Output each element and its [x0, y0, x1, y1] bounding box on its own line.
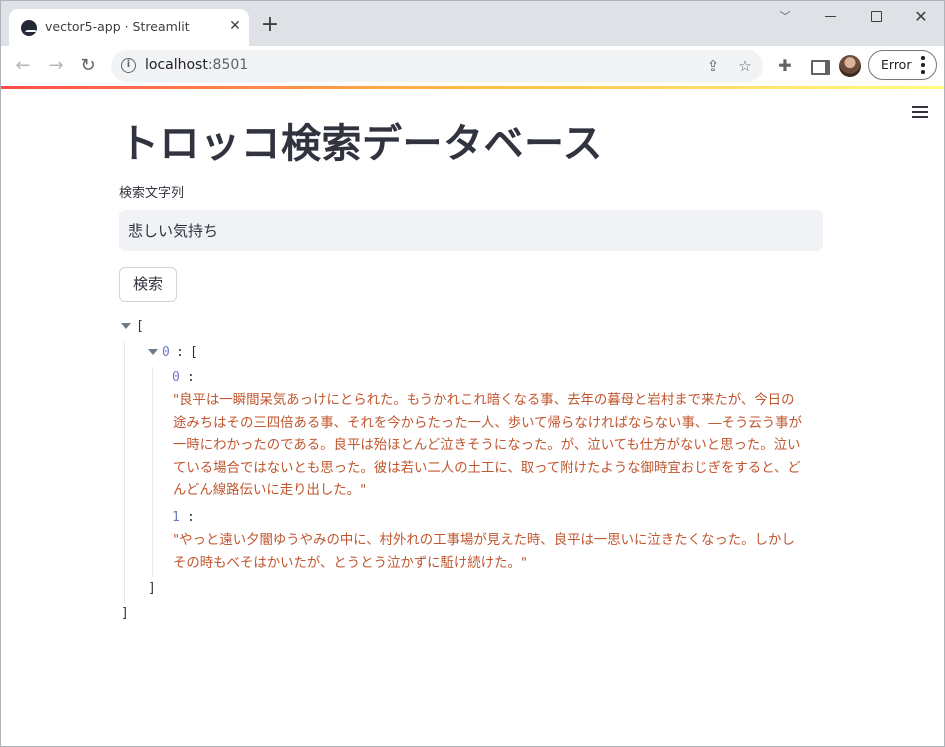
search-button[interactable]: 検索	[119, 267, 177, 302]
reload-icon[interactable]: ↻	[76, 54, 100, 78]
site-info-icon[interactable]: i	[121, 58, 136, 73]
forward-arrow-icon[interactable]: →	[44, 54, 68, 78]
url-text[interactable]: localhost:8501	[145, 57, 248, 73]
search-input[interactable]	[119, 210, 823, 251]
group-open-bracket: [	[190, 345, 198, 360]
browser-menu-kebab-icon[interactable]	[921, 56, 925, 74]
item-0-text: "良平は一瞬間呆気あっけにとられた。もうかれこれ暗くなる事、去年の暮母と岩村まで…	[173, 393, 802, 498]
browser-window: vector5-app · Streamlit ✕ + ﹀ ✕ ← → ↻ i …	[0, 0, 945, 747]
back-arrow-icon[interactable]: ←	[11, 54, 35, 78]
root-close-bracket: ]	[121, 606, 129, 621]
profile-avatar[interactable]	[839, 55, 861, 77]
item-1-key: 1	[172, 510, 180, 525]
item-0-separator: :	[187, 370, 195, 385]
tab-close-icon[interactable]: ✕	[227, 18, 243, 34]
search-input-wrapper	[119, 210, 823, 251]
item-0-key: 0	[172, 370, 180, 385]
tab-search-chevron-icon[interactable]: ﹀	[773, 7, 797, 27]
page-title: トロッコ検索データベース	[119, 121, 603, 167]
bookmark-star-icon[interactable]: ☆	[735, 56, 755, 76]
side-panel-icon[interactable]	[806, 55, 830, 77]
root-open-bracket: [	[136, 319, 144, 334]
item-1-text: "やっと遠い夕闇ゆうやみの中に、村外れの工事場が見えた時、良平は一思いに泣きたく…	[173, 533, 795, 571]
extensions-puzzle-icon[interactable]: ✚	[774, 55, 796, 77]
collapse-root-caret-icon[interactable]	[121, 323, 131, 329]
error-label: Error	[881, 57, 912, 72]
group-indent-guide	[152, 367, 153, 577]
share-icon[interactable]: ⇪	[703, 56, 723, 76]
main-menu-hamburger-icon[interactable]	[912, 106, 928, 118]
url-host: localhost	[145, 57, 208, 73]
search-input-label: 検索文字列	[119, 186, 185, 201]
collapse-group-caret-icon[interactable]	[148, 349, 158, 355]
group-close-bracket: ]	[148, 581, 156, 596]
root-indent-guide	[124, 341, 125, 603]
tab-strip: vector5-app · Streamlit ✕ + ﹀ ✕	[1, 1, 944, 46]
address-bar[interactable]: i localhost:8501 ⇪ ☆	[111, 50, 763, 82]
item-1-separator: :	[187, 510, 195, 525]
browser-toolbar: ← → ↻ i localhost:8501 ⇪ ☆ ✚ Error	[1, 46, 944, 86]
streamlit-favicon-icon	[21, 20, 37, 36]
browser-tab[interactable]: vector5-app · Streamlit ✕	[9, 9, 249, 46]
new-tab-plus-icon[interactable]: +	[259, 14, 281, 36]
tab-title: vector5-app · Streamlit	[45, 19, 190, 34]
profile-error-button[interactable]: Error	[868, 50, 937, 80]
window-close-icon[interactable]: ✕	[909, 7, 933, 27]
window-minimize-icon[interactable]	[819, 7, 843, 27]
group-separator: :	[176, 345, 184, 360]
window-maximize-icon[interactable]	[864, 7, 888, 27]
url-port: :8501	[207, 57, 249, 73]
group-key: 0	[162, 345, 170, 360]
